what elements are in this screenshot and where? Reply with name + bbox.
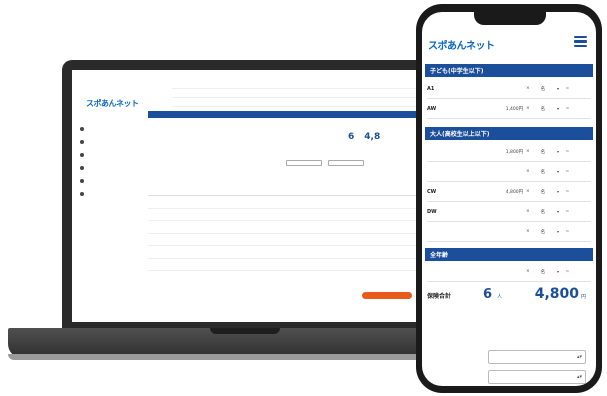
quantity-select[interactable]: 名: [533, 169, 554, 175]
quantity-select[interactable]: 名: [533, 106, 554, 112]
times-icon: ×: [525, 149, 530, 154]
laptop-menu-item[interactable]: [80, 122, 144, 135]
fare-row: DW × 名 ▾ =: [427, 202, 591, 222]
times-icon: ×: [525, 269, 530, 274]
fare-row: × 名 ▾ =: [427, 162, 591, 182]
laptop-logo[interactable]: スポあんネット: [86, 98, 139, 109]
fare-row: 1,800円 × 名 ▾ =: [427, 142, 591, 162]
section-all-ages-header: 全年齢: [425, 248, 593, 261]
bullet-icon: [80, 191, 84, 196]
quantity-select[interactable]: 名: [533, 269, 554, 275]
phone-select[interactable]: ▴▾: [488, 350, 586, 364]
equals-icon: =: [565, 269, 570, 274]
devices-mockup: スポあんネット 6 4,8 スポあんネット 子ども(中学生以下) A1 × 名 …: [0, 0, 607, 396]
chevron-down-icon: ▴▾: [576, 374, 582, 380]
table-row: [148, 221, 420, 234]
equals-icon: =: [565, 149, 570, 154]
times-icon: ×: [525, 169, 530, 174]
table-row: [148, 259, 420, 271]
chevron-down-icon: ▾: [557, 106, 560, 111]
times-icon: ×: [525, 209, 530, 214]
laptop-menu-item[interactable]: [80, 148, 144, 161]
table-row: [148, 196, 420, 209]
equals-icon: =: [565, 209, 570, 214]
section-children-header: 子ども(中学生以下): [425, 64, 593, 77]
laptop-select[interactable]: [328, 160, 364, 166]
bullet-icon: [80, 126, 84, 131]
table-row: [148, 209, 420, 221]
chevron-down-icon: ▾: [557, 169, 560, 174]
hamburger-icon[interactable]: [574, 36, 587, 47]
phone-select[interactable]: ▴▾: [488, 370, 586, 384]
bullet-icon: [80, 178, 84, 183]
laptop-selects: [286, 160, 364, 166]
chevron-down-icon: ▾: [557, 149, 560, 154]
equals-icon: =: [565, 86, 570, 91]
equals-icon: =: [565, 229, 570, 234]
laptop-menu-item[interactable]: [80, 135, 144, 148]
laptop-table: [148, 188, 420, 271]
equals-icon: =: [565, 106, 570, 111]
laptop-table-header: [148, 188, 420, 196]
chevron-down-icon: ▾: [557, 229, 560, 234]
laptop-total: 6 4,8: [348, 132, 380, 142]
total-label: 保険合計: [427, 293, 452, 300]
laptop-total-amount: 4,8: [364, 132, 381, 142]
chevron-down-icon: ▾: [557, 86, 560, 91]
laptop-total-count: 6: [348, 132, 355, 142]
laptop-menu-item[interactable]: [80, 174, 144, 187]
laptop-select[interactable]: [286, 160, 322, 166]
laptop-section-bar: [148, 111, 422, 118]
laptop-lip: [8, 354, 478, 360]
laptop-top-row: [172, 80, 422, 89]
section-adults-header: 大人(高校生以上以下): [425, 127, 593, 140]
bullet-icon: [80, 139, 84, 144]
chevron-down-icon: ▴▾: [576, 354, 582, 360]
chevron-down-icon: ▾: [557, 189, 560, 194]
laptop-top-row: [172, 98, 422, 107]
total-count: 6: [483, 287, 493, 302]
times-icon: ×: [525, 229, 530, 234]
fare-row: × 名 ▾ =: [427, 222, 591, 242]
fare-row: AW 1,400円 × 名 ▾ =: [427, 99, 591, 119]
phone-logo[interactable]: スポあんネット: [428, 37, 495, 52]
quantity-select[interactable]: 名: [533, 189, 554, 195]
phone-notch: [474, 12, 546, 25]
table-row: [148, 246, 420, 259]
laptop-menu-item[interactable]: [80, 161, 144, 174]
equals-icon: =: [565, 189, 570, 194]
laptop-top-row: [172, 89, 422, 98]
table-row: [148, 234, 420, 246]
laptop-notch: [210, 328, 280, 334]
bullet-icon: [80, 152, 84, 157]
chevron-down-icon: ▾: [557, 269, 560, 274]
equals-icon: =: [565, 169, 570, 174]
fare-row: CW 4,800円 × 名 ▾ =: [427, 182, 591, 202]
fare-row: A1 × 名 ▾ =: [427, 79, 591, 99]
laptop-sidebar-menu: [80, 122, 144, 200]
total-amount: 4,800: [534, 286, 579, 302]
quantity-select[interactable]: 名: [533, 209, 554, 215]
quantity-select[interactable]: 名: [533, 149, 554, 155]
times-icon: ×: [525, 106, 530, 111]
chevron-down-icon: ▾: [557, 209, 560, 214]
bullet-icon: [80, 165, 84, 170]
times-icon: ×: [525, 189, 530, 194]
quantity-select[interactable]: 名: [533, 229, 554, 235]
fare-row: × 名 ▾ =: [427, 262, 591, 282]
laptop-menu-item[interactable]: [80, 187, 144, 200]
quantity-select[interactable]: 名: [533, 86, 554, 92]
laptop-top-rows: [172, 80, 422, 107]
times-icon: ×: [525, 86, 530, 91]
phone-total: 保険合計 6 人 4,800 円: [427, 286, 587, 302]
laptop-more-button[interactable]: [362, 292, 412, 299]
